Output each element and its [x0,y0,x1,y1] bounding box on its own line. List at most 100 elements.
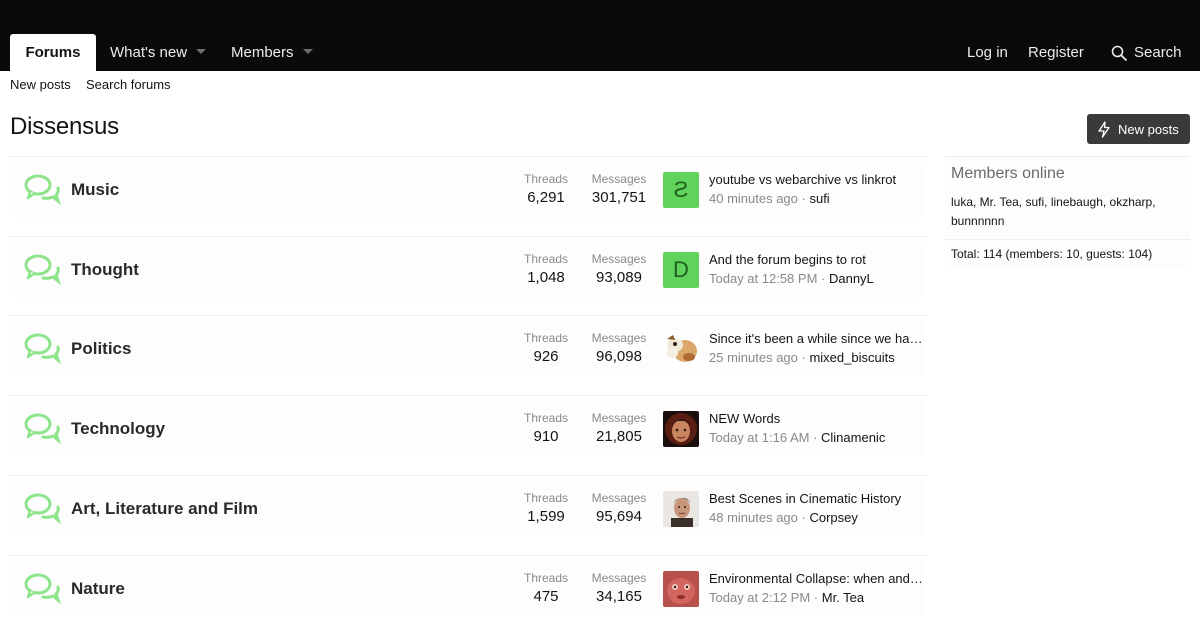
messages-label: Messages [591,172,647,186]
threads-label: Threads [523,571,569,585]
messages-label: Messages [591,331,647,345]
threads-label: Threads [523,172,569,186]
latest-post: Best Scenes in Cinematic History 48 minu… [709,491,924,525]
latest-time[interactable]: 25 minutes ago [709,350,798,365]
forum-title-link[interactable]: Art, Literature and Film [71,499,258,519]
forum-row-body: Politics Threads 926 Messages 96,098 Sin… [14,320,924,376]
forum-row: Politics Threads 926 Messages 96,098 Sin… [10,315,928,395]
chevron-down-icon[interactable] [196,49,206,54]
chat-bubbles-icon [24,573,61,605]
latest-time[interactable]: 48 minutes ago [709,510,798,525]
messages-label: Messages [591,571,647,585]
latest-time[interactable]: Today at 12:58 PM [709,271,817,286]
avatar[interactable] [663,331,699,367]
latest-thread-link[interactable]: youtube vs webarchive vs linkrot [709,172,924,187]
messages-label: Messages [591,411,647,425]
chat-bubbles-icon [24,174,61,206]
threads-value: 910 [533,428,559,445]
subnav-search-forums[interactable]: Search forums [86,77,171,93]
login-link[interactable]: Log in [967,34,1008,71]
thread-count: Threads 1,599 [514,491,578,525]
tab-whats-new[interactable]: What's new [110,34,187,71]
dog-avatar-image [663,331,699,367]
messages-value: 21,805 [596,428,642,445]
red-face-avatar-image [663,571,699,607]
latest-username[interactable]: Mr. Tea [822,590,864,605]
search-label: Search [1134,44,1182,61]
message-count: Messages 96,098 [584,331,654,365]
message-count: Messages 21,805 [584,411,654,445]
avatar[interactable] [663,571,699,607]
members-online-block: Members online luka, Mr. Tea, sufi, line… [945,156,1190,268]
thread-count: Threads 1,048 [514,252,578,286]
thread-count: Threads 910 [514,411,578,445]
search-button[interactable]: Search [1111,34,1182,71]
members-online-title[interactable]: Members online [945,157,1190,193]
lightning-bolt-icon [1098,120,1110,138]
forum-row-body: Art, Literature and Film Threads 1,599 M… [14,480,924,536]
latest-time[interactable]: 40 minutes ago [709,191,798,206]
forum-row: Nature Threads 475 Messages 34,165 Envir… [10,555,928,630]
latest-time[interactable]: Today at 1:16 AM [709,430,809,445]
messages-value: 34,165 [596,588,642,605]
messages-label: Messages [591,491,647,505]
threads-label: Threads [523,411,569,425]
forum-title-link[interactable]: Nature [71,579,125,599]
forum-row-body: Nature Threads 475 Messages 34,165 Envir… [14,560,924,616]
portrait-avatar-image [663,491,699,527]
latest-post: NEW Words Today at 1:16 AM · Clinamenic [709,411,924,445]
forum-title-link[interactable]: Music [71,180,119,200]
latest-post: Since it's been a while since we had … 2… [709,331,924,365]
forum-row-body: Thought Threads 1,048 Messages 93,089 D … [14,241,924,297]
chat-bubbles-icon [24,413,61,445]
forum-title-link[interactable]: Thought [71,260,139,280]
register-link[interactable]: Register [1028,34,1084,71]
latest-username[interactable]: Corpsey [809,510,857,525]
messages-value: 301,751 [591,189,647,206]
forum-row: Art, Literature and Film Threads 1,599 M… [10,475,928,555]
subnav-new-posts[interactable]: New posts [10,77,71,93]
chevron-down-icon[interactable] [303,49,313,54]
avatar[interactable]: S [663,172,699,208]
forum-row-body: Music Threads 6,291 Messages 301,751 S y… [14,161,924,217]
avatar[interactable] [663,411,699,447]
messages-value: 93,089 [596,269,642,286]
avatar-letter: S [663,172,699,208]
message-count: Messages 93,089 [584,252,654,286]
latest-thread-link[interactable]: Best Scenes in Cinematic History [709,491,924,506]
latest-meta: 25 minutes ago · mixed_biscuits [709,350,895,365]
message-count: Messages 301,751 [584,172,654,206]
forum-row-body: Technology Threads 910 Messages 21,805 N… [14,400,924,456]
avatar-letter: D [663,252,699,288]
latest-username[interactable]: DannyL [829,271,874,286]
threads-value: 6,291 [527,189,565,206]
forum-title-link[interactable]: Technology [71,419,165,439]
message-count: Messages 34,165 [584,571,654,605]
latest-thread-link[interactable]: Since it's been a while since we had … [709,331,924,346]
search-icon [1111,45,1127,61]
thread-count: Threads 6,291 [514,172,578,206]
chat-bubbles-icon [24,493,61,525]
avatar[interactable] [663,491,699,527]
forum-row: Thought Threads 1,048 Messages 93,089 D … [10,236,928,316]
latest-time[interactable]: Today at 2:12 PM [709,590,810,605]
latest-thread-link[interactable]: And the forum begins to rot [709,252,924,267]
online-users-list[interactable]: luka, Mr. Tea, sufi, linebaugh, okzharp,… [945,193,1190,239]
latest-thread-link[interactable]: NEW Words [709,411,924,426]
threads-label: Threads [523,491,569,505]
latest-meta: Today at 12:58 PM · DannyL [709,271,874,286]
tab-members[interactable]: Members [231,34,294,71]
page-title: Dissensus [10,113,119,140]
new-posts-button[interactable]: New posts [1087,114,1190,144]
threads-value: 1,048 [527,269,565,286]
latest-post: youtube vs webarchive vs linkrot 40 minu… [709,172,924,206]
messages-value: 95,694 [596,508,642,525]
tab-forums[interactable]: Forums [10,34,96,71]
latest-thread-link[interactable]: Environmental Collapse: when and h… [709,571,924,586]
forum-title-link[interactable]: Politics [71,339,131,359]
latest-username[interactable]: Clinamenic [821,430,885,445]
avatar[interactable]: D [663,252,699,288]
latest-username[interactable]: sufi [809,191,829,206]
latest-username[interactable]: mixed_biscuits [809,350,894,365]
threads-label: Threads [523,252,569,266]
